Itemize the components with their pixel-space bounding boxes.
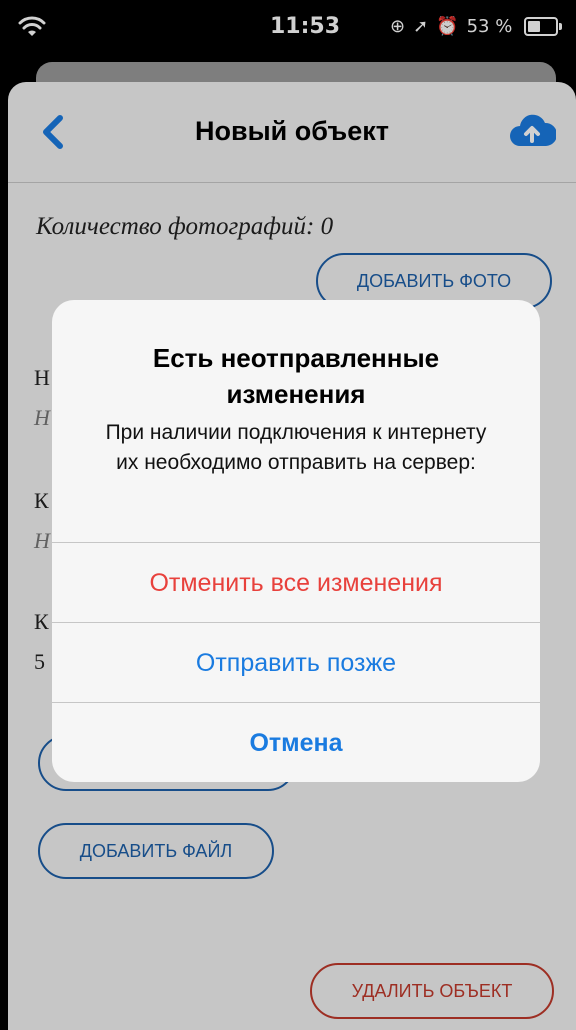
alert-title: Есть неотправленные изменения xyxy=(152,343,440,409)
discard-changes-button[interactable]: Отменить все изменения xyxy=(52,542,540,623)
cancel-button[interactable]: Отмена xyxy=(52,702,540,782)
send-later-button[interactable]: Отправить позже xyxy=(52,622,540,703)
alert-message: При наличии подключения к интернету их н… xyxy=(105,421,487,474)
unsent-changes-alert: Есть неотправленные изменения При наличи… xyxy=(52,300,540,782)
